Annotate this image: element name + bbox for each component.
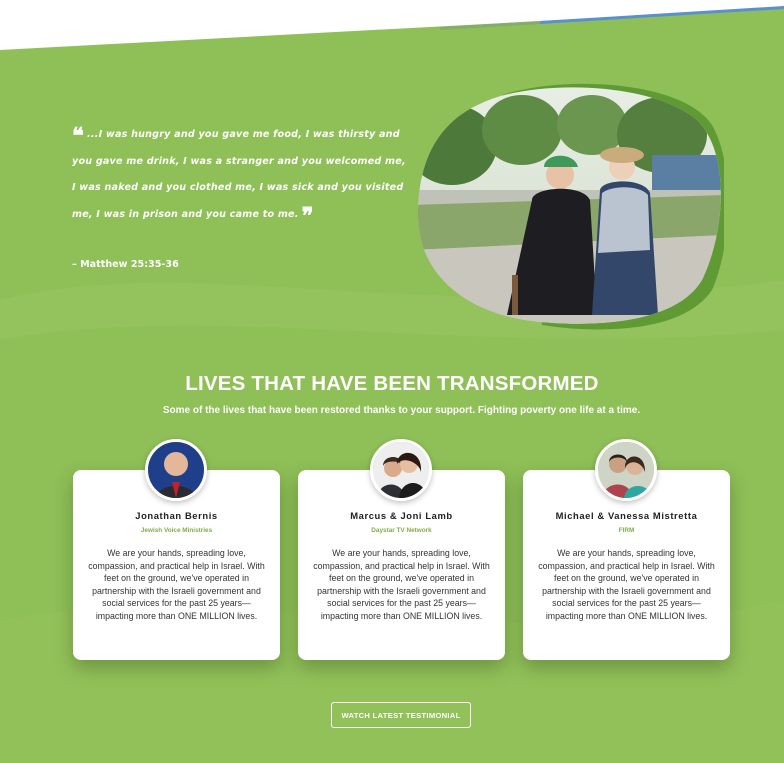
section-subtitle: Some of the lives that have been restore…	[162, 405, 641, 416]
section-title: LIVES THAT HAVE BEEN TRANSFORMED	[185, 372, 599, 395]
testimonial-body: We are your hands, spreading love, compa…	[313, 548, 490, 621]
quote-reference: – Matthew 25:35-36	[72, 259, 179, 270]
quote-close-icon: ❞	[301, 202, 314, 229]
avatar	[145, 439, 207, 501]
feature-photo	[418, 83, 724, 330]
testimonial-name: Michael & Vanessa Mistretta	[555, 510, 698, 521]
quote-open-icon: ❝	[72, 123, 85, 149]
testimonial-org: Daystar TV Network	[371, 527, 432, 534]
testimonial-body: We are your hands, spreading love, compa…	[538, 548, 715, 621]
quote-text: ...I was hungry and you gave me food, I …	[72, 129, 406, 220]
testimonial-body: We are your hands, spreading love, compa…	[88, 548, 265, 621]
scripture-quote: ❝ ...I was hungry and you gave me food, I…	[72, 122, 412, 228]
testimonial-org: Jewish Voice Ministries	[140, 527, 213, 534]
avatar	[595, 439, 657, 501]
watch-testimonial-button[interactable]: WATCH LATEST TESTIMONIAL	[331, 702, 471, 728]
testimonial-org: FIRM	[618, 527, 635, 534]
testimonial-name: Jonathan Bernis	[135, 510, 218, 521]
quote-text-wrap: ❝ ...I was hungry and you gave me food, I…	[72, 122, 412, 228]
avatar	[370, 439, 432, 501]
testimonial-name: Marcus & Joni Lamb	[350, 510, 453, 521]
